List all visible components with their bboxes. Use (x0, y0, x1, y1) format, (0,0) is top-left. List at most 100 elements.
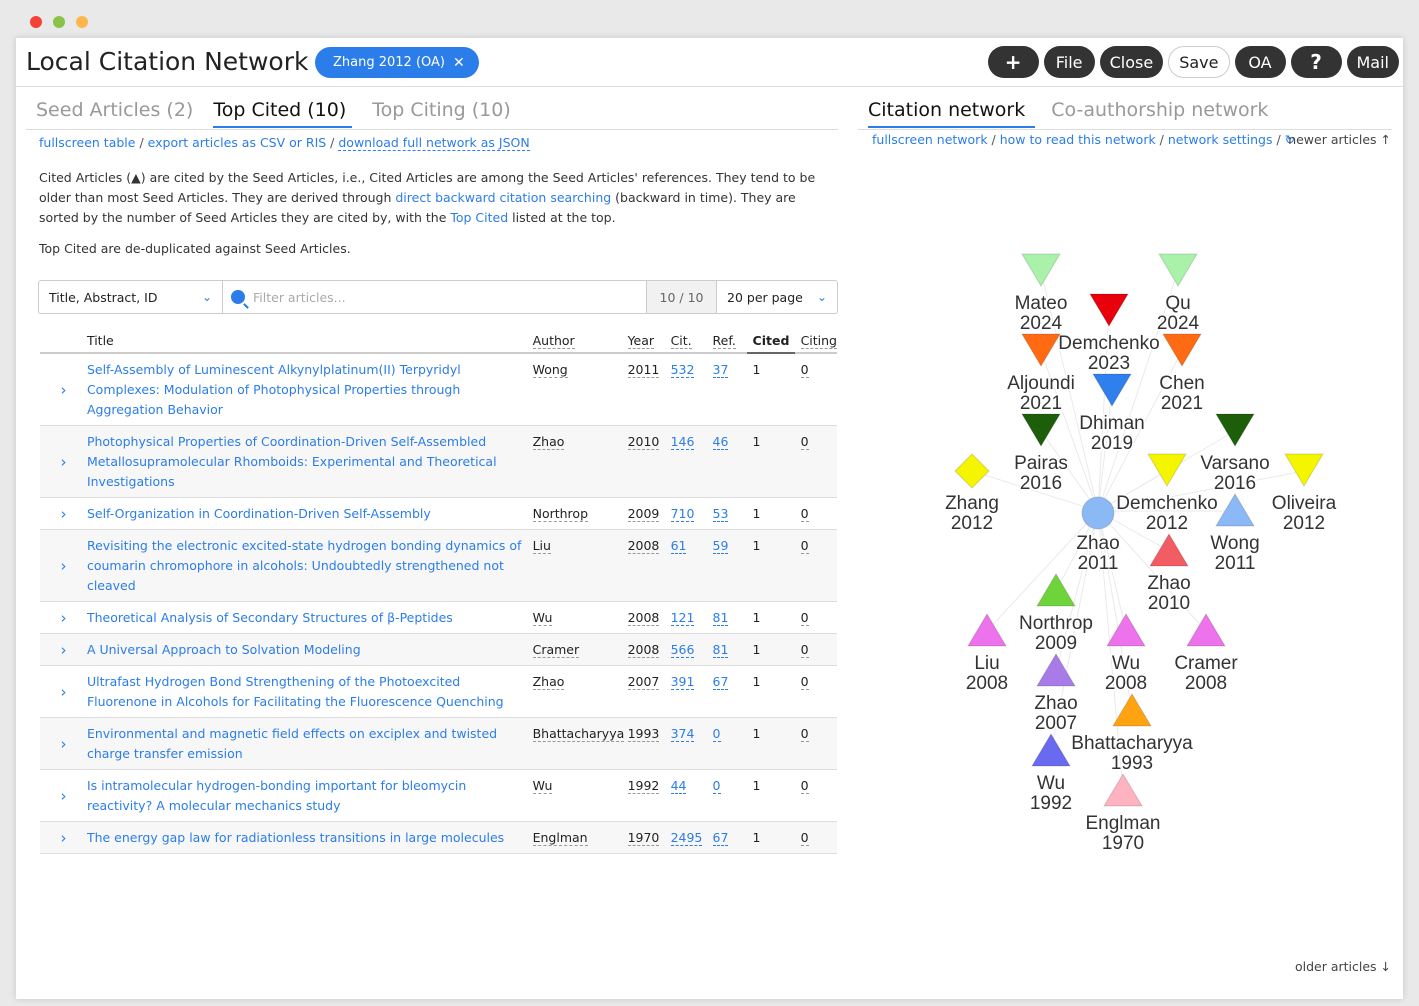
article-title[interactable]: Self-Organization in Coordination-Driven… (86, 497, 533, 530)
filter-search[interactable]: Filter articles... (223, 281, 646, 313)
active-network-chip[interactable]: Zhang 2012 (OA) ✕ (315, 47, 479, 78)
close-icon[interactable]: ✕ (453, 55, 465, 71)
expand-row-icon[interactable]: › (40, 633, 87, 666)
article-title[interactable]: Theoretical Analysis of Secondary Struct… (86, 601, 533, 634)
close-button[interactable]: Close (1099, 46, 1164, 78)
expand-row-icon[interactable]: › (40, 425, 87, 498)
article-references[interactable]: 81 (712, 633, 747, 666)
article-references[interactable]: 53 (712, 497, 747, 530)
table-row[interactable]: › Self-Assembly of Luminescent Alkynylpla… (40, 353, 837, 426)
node-shape[interactable] (1106, 613, 1146, 647)
article-citations[interactable]: 566 (670, 633, 713, 666)
per-page-select[interactable]: 20 per page ⌄ (716, 281, 837, 313)
network-node[interactable]: Mateo2024 (1013, 253, 1069, 336)
node-shape[interactable] (1036, 573, 1076, 607)
article-references[interactable]: 81 (712, 601, 747, 634)
col-year[interactable]: Year (627, 328, 671, 354)
network-node[interactable]: Zhao2011 (1075, 496, 1121, 576)
citation-network-graph[interactable]: Mateo2024Qu2024Demchenko2023Aljoundi2021… (858, 138, 1398, 918)
article-title[interactable]: Revisiting the electronic excited-state … (86, 529, 533, 602)
top-cited-link[interactable]: Top Cited (450, 210, 508, 225)
table-row[interactable]: › Self-Organization in Coordination-Drive… (40, 497, 837, 530)
col-cit[interactable]: Cit. (670, 328, 713, 354)
article-references[interactable]: 0 (712, 717, 747, 770)
mail-button[interactable]: Mail (1346, 46, 1399, 78)
expand-row-icon[interactable]: › (40, 353, 87, 426)
col-citing[interactable]: Citing (794, 328, 837, 354)
network-node[interactable]: Englman1970 (1084, 773, 1162, 856)
article-title[interactable]: Is intramolecular hydrogen-bonding impor… (86, 769, 533, 822)
download-json-link[interactable]: download full network as JSON (338, 135, 530, 151)
table-row[interactable]: › Revisiting the electronic excited-state… (40, 529, 837, 602)
article-citations[interactable]: 61 (670, 529, 713, 602)
network-node[interactable]: Wu1992 (1028, 733, 1074, 816)
article-title[interactable]: Self-Assembly of Luminescent Alkynylplat… (86, 353, 533, 426)
article-references[interactable]: 0 (712, 769, 747, 822)
article-citations[interactable]: 391 (670, 665, 713, 718)
article-title[interactable]: The energy gap law for radiationless tra… (86, 821, 533, 854)
expand-row-icon[interactable]: › (40, 717, 87, 770)
tab-top-cited[interactable]: Top Cited (10) (213, 99, 353, 128)
node-shape[interactable] (1284, 453, 1324, 487)
network-node[interactable]: Varsano2016 (1199, 413, 1271, 496)
node-shape[interactable] (1103, 773, 1143, 807)
save-button[interactable]: Save (1168, 46, 1230, 78)
col-cited[interactable]: Cited (746, 328, 795, 354)
network-node[interactable]: Bhattacharyya1993 (1070, 693, 1195, 776)
article-title[interactable]: Environmental and magnetic field effects… (86, 717, 533, 770)
help-button[interactable]: ? (1290, 46, 1342, 78)
table-row[interactable]: › Environmental and magnetic field effect… (40, 717, 837, 770)
table-row[interactable]: › Photophysical Properties of Coordinatio… (40, 425, 837, 498)
network-node[interactable]: Demchenko2023 (1057, 293, 1161, 376)
table-row[interactable]: › Theoretical Analysis of Secondary Struc… (40, 601, 837, 634)
expand-row-icon[interactable]: › (40, 769, 87, 822)
tab-top-citing[interactable]: Top Citing (10) (372, 99, 511, 128)
network-node[interactable]: Wu2008 (1103, 613, 1149, 696)
node-shape[interactable] (967, 613, 1007, 647)
node-shape[interactable] (1162, 333, 1202, 367)
filter-field-select[interactable]: Title, Abstract, ID ⌄ (39, 281, 223, 313)
node-shape[interactable] (1112, 693, 1152, 727)
oa-button[interactable]: OA (1234, 46, 1286, 78)
table-row[interactable]: › Ultrafast Hydrogen Bond Strengthening o… (40, 665, 837, 718)
node-shape[interactable] (1092, 373, 1132, 407)
table-row[interactable]: › The energy gap law for radiationless tr… (40, 821, 837, 854)
table-row[interactable]: › Is intramolecular hydrogen-bonding impo… (40, 769, 837, 822)
article-citations[interactable]: 121 (670, 601, 713, 634)
maximize-window-dot[interactable] (76, 16, 88, 28)
node-shape[interactable] (1215, 413, 1255, 447)
network-node[interactable]: Oliveira2012 (1270, 453, 1338, 536)
expand-row-icon[interactable]: › (40, 529, 87, 602)
article-title[interactable]: Ultrafast Hydrogen Bond Strengthening of… (86, 665, 533, 718)
network-node[interactable]: Dhiman2019 (1078, 373, 1146, 456)
article-references[interactable]: 67 (712, 665, 747, 718)
expand-row-icon[interactable]: › (40, 497, 87, 530)
article-references[interactable]: 59 (712, 529, 747, 602)
network-node[interactable]: Liu2008 (964, 613, 1010, 696)
node-shape[interactable] (1031, 733, 1071, 767)
export-csv-link[interactable]: export articles as CSV or RIS (148, 135, 327, 150)
article-citations[interactable]: 374 (670, 717, 713, 770)
article-title[interactable]: Photophysical Properties of Coordination… (86, 425, 533, 498)
backward-search-link[interactable]: direct backward citation searching (395, 190, 611, 205)
col-ref[interactable]: Ref. (712, 328, 747, 354)
minimize-window-dot[interactable] (53, 16, 65, 28)
network-node[interactable]: Wong2011 (1209, 493, 1261, 576)
node-shape[interactable] (1147, 453, 1187, 487)
article-references[interactable]: 37 (712, 353, 747, 426)
article-references[interactable]: 46 (712, 425, 747, 498)
node-shape[interactable] (954, 453, 990, 489)
tab-coauthorship-network[interactable]: Co-authorship network (1051, 99, 1268, 128)
article-citations[interactable]: 532 (670, 353, 713, 426)
node-shape[interactable] (1021, 413, 1061, 447)
expand-row-icon[interactable]: › (40, 821, 87, 854)
col-title[interactable]: Title (86, 328, 533, 354)
node-shape[interactable] (1158, 253, 1198, 287)
table-row[interactable]: › A Universal Approach to Solvation Model… (40, 633, 837, 666)
article-title[interactable]: A Universal Approach to Solvation Modeli… (86, 633, 533, 666)
node-shape[interactable] (1215, 493, 1255, 527)
article-citations[interactable]: 146 (670, 425, 713, 498)
file-button[interactable]: File (1043, 46, 1095, 78)
tab-citation-network[interactable]: Citation network (868, 99, 1036, 128)
add-button[interactable]: + (987, 46, 1039, 78)
